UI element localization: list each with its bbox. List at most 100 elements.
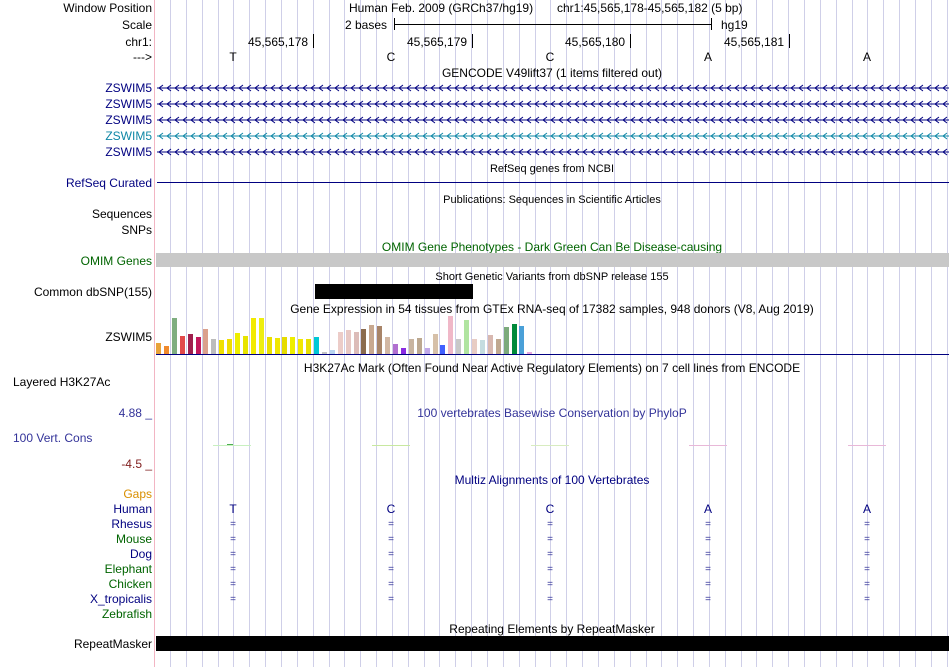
gtex-tissue-bar[interactable] — [448, 316, 453, 354]
phylop-score-1-peak — [227, 444, 233, 445]
gtex-tissue-bar[interactable] — [251, 318, 256, 354]
gtex-tissue-bar[interactable] — [393, 344, 398, 354]
gtex-gene-label[interactable]: ZSWIM5 — [105, 330, 152, 344]
species-label[interactable]: Rhesus — [111, 517, 152, 531]
human-base-4: A — [703, 502, 713, 516]
species-label[interactable]: Dog — [130, 547, 152, 561]
gtex-tissue-bar[interactable] — [346, 330, 351, 354]
gtex-tissue-bar[interactable] — [417, 338, 422, 354]
h3k27ac-track-title[interactable]: H3K27Ac Mark (Often Found Near Active Re… — [304, 361, 800, 375]
alignment-match: = — [705, 579, 711, 590]
alignment-match: = — [705, 519, 711, 530]
gtex-tissue-bar[interactable] — [227, 339, 232, 354]
multiz-track-title[interactable]: Multiz Alignments of 100 Vertebrates — [455, 473, 650, 487]
gtex-tissue-bar[interactable] — [203, 329, 208, 354]
gtex-tissue-bar[interactable] — [164, 346, 169, 354]
gtex-tissue-bar[interactable] — [235, 333, 240, 354]
gencode-transcript-2[interactable] — [157, 98, 949, 110]
gtex-tissue-bar[interactable] — [306, 339, 311, 354]
gencode-transcript-4[interactable] — [157, 130, 949, 142]
gtex-tissue-bar[interactable] — [172, 318, 177, 354]
gencode-transcript-label[interactable]: ZSWIM5 — [105, 97, 152, 111]
gtex-tissue-bar[interactable] — [464, 320, 469, 354]
gtex-tissue-bar[interactable] — [480, 340, 485, 354]
repeatmasker-element[interactable] — [156, 636, 949, 651]
gtex-tissue-bar[interactable] — [496, 339, 501, 354]
dbsnp-variant[interactable] — [315, 284, 473, 299]
gtex-tissue-bar[interactable] — [512, 324, 517, 354]
gtex-tissue-bar[interactable] — [243, 336, 248, 354]
alignment-match: = — [547, 534, 553, 545]
gtex-tissue-bar[interactable] — [385, 337, 390, 354]
gtex-tissue-bar[interactable] — [361, 329, 366, 354]
refseq-gene-line[interactable] — [157, 182, 949, 183]
refseq-track-title[interactable]: RefSeq genes from NCBI — [490, 162, 614, 176]
alignment-match: = — [864, 579, 870, 590]
gtex-tissue-bar[interactable] — [156, 343, 161, 354]
gencode-transcript-label[interactable]: ZSWIM5 — [105, 145, 152, 159]
gtex-tissue-bar[interactable] — [282, 337, 287, 354]
repeatmasker-track-title[interactable]: Repeating Elements by RepeatMasker — [449, 622, 654, 636]
species-label[interactable]: Elephant — [105, 562, 152, 576]
gtex-tissue-bar[interactable] — [188, 334, 193, 354]
gencode-transcript-5[interactable] — [157, 146, 949, 158]
omim-gene-bar[interactable] — [156, 253, 949, 267]
gtex-tissue-bar[interactable] — [377, 326, 382, 354]
gtex-tissue-bar[interactable] — [519, 326, 524, 354]
gtex-tissue-bar[interactable] — [472, 339, 477, 354]
alignment-match: = — [864, 534, 870, 545]
refseq-curated-label[interactable]: RefSeq Curated — [66, 176, 152, 190]
gencode-transcript-label[interactable]: ZSWIM5 — [105, 81, 152, 95]
base-1: T — [229, 50, 237, 64]
gtex-tissue-bar[interactable] — [488, 335, 493, 354]
common-dbsnp-label[interactable]: Common dbSNP(155) — [34, 285, 152, 299]
gtex-tissue-bar[interactable] — [409, 339, 414, 354]
base-4: A — [703, 50, 713, 64]
omim-genes-label[interactable]: OMIM Genes — [81, 254, 152, 268]
gencode-track-title[interactable]: GENCODE V49lift37 (1 items filtered out) — [442, 66, 662, 80]
gtex-track-title[interactable]: Gene Expression in 54 tissues from GTEx … — [290, 302, 814, 316]
gencode-transcript-label[interactable]: ZSWIM5 — [105, 113, 152, 127]
gtex-tissue-bar[interactable] — [259, 318, 264, 354]
gtex-tissue-bar[interactable] — [290, 337, 295, 354]
gtex-tissue-bar[interactable] — [433, 334, 438, 354]
gtex-tissue-bar[interactable] — [369, 325, 374, 354]
gtex-tissue-bar[interactable] — [298, 339, 303, 354]
gtex-tissue-bar[interactable] — [211, 339, 216, 354]
omim-track-title[interactable]: OMIM Gene Phenotypes - Dark Green Can Be… — [382, 240, 722, 254]
species-label[interactable]: X_tropicalis — [90, 592, 152, 606]
alignment-match: = — [547, 579, 553, 590]
gtex-tissue-bar[interactable] — [504, 327, 509, 354]
gtex-tissue-bar[interactable] — [219, 340, 224, 354]
species-label[interactable]: Mouse — [116, 532, 152, 546]
phylop-track-title[interactable]: 100 vertebrates Basewise Conservation by… — [417, 406, 686, 420]
vert-cons-label[interactable]: 100 Vert. Cons — [13, 431, 92, 445]
gtex-tissue-bar[interactable] — [180, 336, 185, 354]
sequences-label[interactable]: Sequences — [92, 207, 152, 221]
gtex-tissue-bar[interactable] — [275, 338, 280, 354]
gtex-tissue-bar[interactable] — [267, 337, 272, 354]
human-base-5: A — [862, 502, 872, 516]
layered-h3k27ac-label[interactable]: Layered H3K27Ac — [13, 375, 110, 389]
alignment-match: = — [388, 534, 394, 545]
publications-track-title[interactable]: Publications: Sequences in Scientific Ar… — [443, 193, 661, 207]
gtex-tissue-bar[interactable] — [354, 332, 359, 354]
gtex-tissue-bar[interactable] — [440, 345, 445, 354]
assembly-name: Human Feb. 2009 (GRCh37/hg19) — [349, 1, 534, 15]
gaps-label: Gaps — [123, 487, 152, 501]
gtex-tissue-bar[interactable] — [338, 332, 343, 354]
gtex-tissue-bar[interactable] — [456, 339, 461, 354]
alignment-match: = — [547, 594, 553, 605]
gencode-transcript-label[interactable]: ZSWIM5 — [105, 129, 152, 143]
gencode-transcript-1[interactable] — [157, 82, 949, 94]
species-label[interactable]: Human — [113, 502, 152, 516]
gtex-tissue-bar[interactable] — [314, 337, 319, 354]
snps-label[interactable]: SNPs — [121, 223, 152, 237]
species-label[interactable]: Zebrafish — [102, 607, 152, 621]
gencode-transcript-3[interactable] — [157, 114, 949, 126]
repeatmasker-label[interactable]: RepeatMasker — [74, 637, 152, 651]
species-label[interactable]: Chicken — [109, 577, 152, 591]
dbsnp-track-title[interactable]: Short Genetic Variants from dbSNP releas… — [435, 270, 668, 284]
gtex-tissue-bar[interactable] — [196, 337, 201, 354]
gtex-expression-bars[interactable] — [156, 316, 949, 354]
